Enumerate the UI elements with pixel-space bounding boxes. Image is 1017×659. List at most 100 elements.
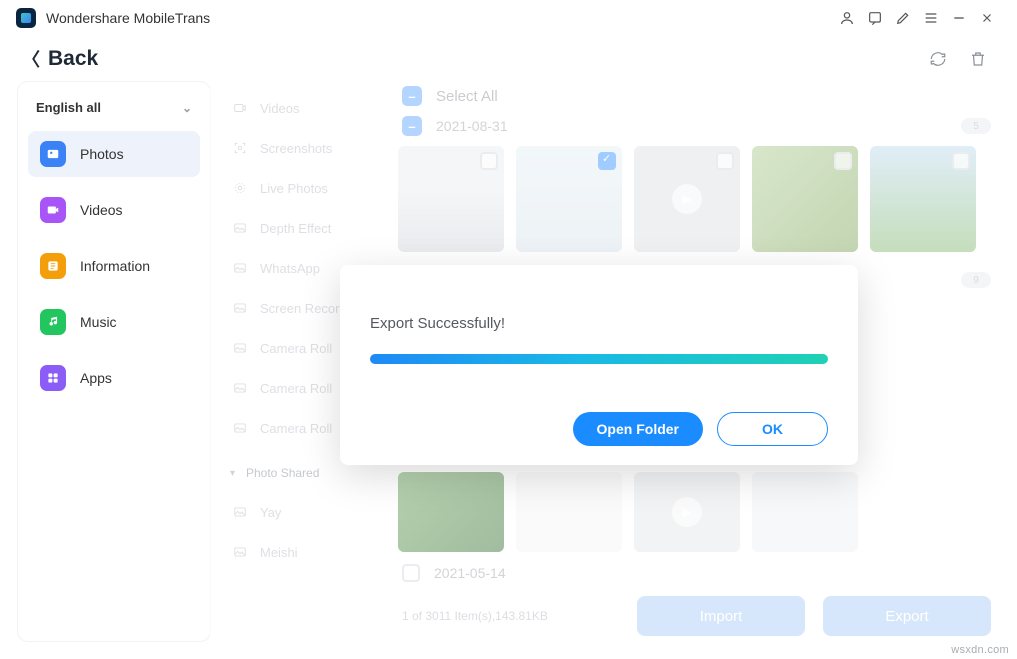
group-count: 5 bbox=[961, 118, 991, 134]
subcat-label: Camera Roll bbox=[260, 341, 332, 356]
subcat-item-yay[interactable]: Yay bbox=[224, 492, 378, 532]
thumbnail[interactable] bbox=[752, 472, 858, 552]
thumb-checkbox[interactable] bbox=[598, 152, 616, 170]
subcat-label: WhatsApp bbox=[260, 261, 320, 276]
thumbnail[interactable]: ▶ bbox=[634, 472, 740, 552]
thumbnail-grid: ▶ bbox=[394, 468, 999, 558]
subcat-label: Screenshots bbox=[260, 141, 332, 156]
videos-icon bbox=[40, 197, 66, 223]
app-logo bbox=[16, 8, 36, 28]
account-icon[interactable] bbox=[833, 4, 861, 32]
subcat-label: Videos bbox=[260, 101, 300, 116]
watermark: wsxdn.com bbox=[951, 644, 1009, 656]
thumbnail[interactable]: ▶ bbox=[634, 146, 740, 252]
status-text: 1 of 3011 Item(s),143.81KB bbox=[402, 609, 548, 623]
thumb-checkbox[interactable] bbox=[480, 152, 498, 170]
ok-button[interactable]: OK bbox=[717, 412, 828, 446]
information-icon bbox=[40, 253, 66, 279]
thumbnail[interactable] bbox=[516, 472, 622, 552]
thumbnail-grid: ▶ bbox=[394, 142, 999, 258]
group-date: 2021-08-31 bbox=[436, 118, 508, 134]
subcat-item-depth[interactable]: Depth Effect bbox=[224, 208, 378, 248]
image-icon bbox=[230, 300, 250, 316]
image-icon bbox=[230, 340, 250, 356]
menu-icon[interactable] bbox=[917, 4, 945, 32]
content-footer: 1 of 3011 Item(s),143.81KB Import Export bbox=[394, 588, 999, 636]
thumbnail[interactable] bbox=[398, 472, 504, 552]
image-icon bbox=[230, 420, 250, 436]
select-all-label: Select All bbox=[436, 88, 498, 105]
modal-title: Export Successfully! bbox=[370, 315, 828, 332]
date-group-row[interactable]: 2021-05-14 bbox=[394, 558, 999, 588]
sidebar-item-label: Photos bbox=[80, 146, 124, 162]
subcat-label: Camera Roll bbox=[260, 421, 332, 436]
subcat-item-meishi[interactable]: Meishi bbox=[224, 532, 378, 572]
image-icon bbox=[230, 380, 250, 396]
subcat-header-label: Photo Shared bbox=[246, 466, 319, 480]
feedback-icon[interactable] bbox=[861, 4, 889, 32]
group-checkbox[interactable] bbox=[402, 564, 420, 582]
image-icon bbox=[230, 260, 250, 276]
thumbnail[interactable] bbox=[752, 146, 858, 252]
sidebar-item-photos[interactable]: Photos bbox=[28, 131, 200, 177]
sidebar-item-apps[interactable]: Apps bbox=[28, 355, 200, 401]
music-icon bbox=[40, 309, 66, 335]
export-button[interactable]: Export bbox=[823, 596, 991, 636]
select-all-row[interactable]: – Select All bbox=[394, 82, 999, 110]
group-checkbox[interactable]: – bbox=[402, 116, 422, 136]
image-icon bbox=[230, 504, 250, 520]
import-button[interactable]: Import bbox=[637, 596, 805, 636]
sidebar-item-label: Information bbox=[80, 258, 150, 274]
sidebar-item-information[interactable]: Information bbox=[28, 243, 200, 289]
play-icon: ▶ bbox=[672, 497, 702, 527]
image-icon bbox=[230, 544, 250, 560]
refresh-icon[interactable] bbox=[921, 42, 955, 76]
progress-bar bbox=[370, 354, 828, 364]
thumbnail[interactable] bbox=[398, 146, 504, 252]
chevron-left-icon: 〈 bbox=[22, 46, 40, 72]
sidebar-item-label: Videos bbox=[80, 202, 123, 218]
thumbnail[interactable] bbox=[516, 146, 622, 252]
subcat-label: Live Photos bbox=[260, 181, 328, 196]
category-sidebar: English all ⌄ Photos Videos Information bbox=[18, 82, 210, 641]
livephoto-icon bbox=[230, 180, 250, 196]
screenshot-icon bbox=[230, 140, 250, 156]
minimize-icon[interactable] bbox=[945, 4, 973, 32]
image-icon bbox=[230, 220, 250, 236]
subcat-item-livephotos[interactable]: Live Photos bbox=[224, 168, 378, 208]
sidebar-item-music[interactable]: Music bbox=[28, 299, 200, 345]
subcat-label: Meishi bbox=[260, 545, 298, 560]
date-group-row[interactable]: – 2021-08-31 5 bbox=[394, 110, 999, 142]
thumb-checkbox[interactable] bbox=[834, 152, 852, 170]
sidebar-item-label: Apps bbox=[80, 370, 112, 386]
subcat-item-videos[interactable]: Videos bbox=[224, 88, 378, 128]
back-label: Back bbox=[48, 47, 98, 71]
language-label: English all bbox=[36, 100, 101, 115]
back-button[interactable]: 〈 Back bbox=[22, 46, 98, 72]
export-success-modal: Export Successfully! Open Folder OK bbox=[340, 265, 858, 465]
subcat-label: Depth Effect bbox=[260, 221, 331, 236]
subcat-label: Camera Roll bbox=[260, 381, 332, 396]
delete-icon[interactable] bbox=[961, 42, 995, 76]
close-icon[interactable] bbox=[973, 4, 1001, 32]
chevron-down-icon: ⌄ bbox=[182, 101, 192, 115]
app-title: Wondershare MobileTrans bbox=[46, 10, 210, 26]
group-date: 2021-05-14 bbox=[434, 565, 506, 581]
title-bar: Wondershare MobileTrans bbox=[0, 0, 1017, 36]
thumb-checkbox[interactable] bbox=[952, 152, 970, 170]
select-all-checkbox[interactable]: – bbox=[402, 86, 422, 106]
photos-icon bbox=[40, 141, 66, 167]
sidebar-item-label: Music bbox=[80, 314, 117, 330]
language-selector[interactable]: English all ⌄ bbox=[28, 96, 200, 131]
edit-icon[interactable] bbox=[889, 4, 917, 32]
subcat-label: Yay bbox=[260, 505, 281, 520]
apps-icon bbox=[40, 365, 66, 391]
video-icon bbox=[230, 100, 250, 116]
group-count: 9 bbox=[961, 272, 991, 288]
open-folder-button[interactable]: Open Folder bbox=[573, 412, 703, 446]
play-icon: ▶ bbox=[672, 184, 702, 214]
sidebar-item-videos[interactable]: Videos bbox=[28, 187, 200, 233]
thumb-checkbox[interactable] bbox=[716, 152, 734, 170]
subcat-item-screenshots[interactable]: Screenshots bbox=[224, 128, 378, 168]
thumbnail[interactable] bbox=[870, 146, 976, 252]
